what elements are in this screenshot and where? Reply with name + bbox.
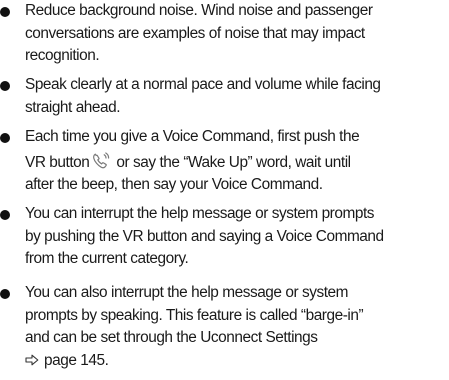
text-line: Reduce background noise. Wind noise and … — [25, 2, 373, 19]
bullet-point — [0, 133, 10, 143]
text-line: page 145. — [25, 350, 448, 373]
voice-recognition-button-icon — [92, 151, 112, 170]
list-item-text: You can interrupt the help message or sy… — [25, 203, 448, 271]
vr-instruction-text: or say the “Wake Up” word, wait until — [116, 153, 351, 171]
bullet-point — [0, 7, 10, 17]
list-item-text: Speak clearly at a normal pace and volum… — [25, 74, 448, 119]
text-line: You can also interrupt the help message … — [25, 284, 349, 301]
list-item-text: You can also interrupt the help message … — [25, 282, 448, 372]
text-line: VR button or say the “Wake Up” word, wai… — [25, 151, 448, 175]
text-line: prompts by speaking. This feature is cal… — [25, 306, 364, 324]
bullet-point — [0, 289, 10, 299]
vr-button-label: VR button — [25, 153, 90, 171]
bullet-point — [0, 81, 10, 91]
text-line: You can interrupt the help message or sy… — [25, 205, 375, 222]
text-line: after the beep, then say your Voice Comm… — [25, 176, 323, 193]
text-line: Speak clearly at a normal pace and volum… — [25, 76, 381, 93]
text-line: and can be set through the Uconnect Sett… — [25, 329, 318, 346]
instruction-list: Reduce background noise. Wind noise and … — [0, 0, 449, 380]
text-line: conversations are examples of noise that… — [25, 24, 365, 42]
text-line: from the current category. — [25, 250, 189, 267]
list-item-text: Each time you give a Voice Command, firs… — [25, 126, 448, 197]
text-line: recognition. — [25, 47, 100, 64]
text-line: straight ahead. — [25, 98, 121, 116]
text-line: Each time you give a Voice Command, firs… — [25, 128, 360, 145]
list-item-text: Reduce background noise. Wind noise and … — [25, 0, 448, 68]
text-line: by pushing the VR button and saying a Vo… — [25, 227, 384, 245]
page-reference-link[interactable]: page 145. — [44, 352, 109, 369]
bullet-point — [0, 210, 10, 220]
page-reference-arrow-icon — [25, 354, 39, 366]
